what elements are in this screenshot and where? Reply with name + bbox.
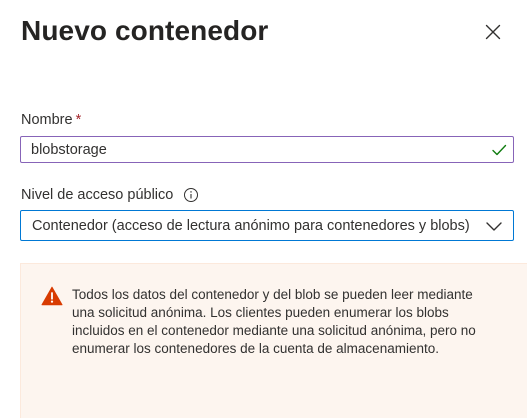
access-level-label: Nivel de acceso público (21, 185, 199, 205)
name-label-text: Nombre (21, 112, 73, 128)
panel-header: Nuevo contenedor (21, 12, 527, 52)
checkmark-icon (492, 144, 507, 156)
new-container-panel: Nuevo contenedor Nombre * blobstorage Niv… (0, 0, 527, 418)
panel-title: Nuevo contenedor (21, 15, 269, 46)
close-button[interactable] (476, 12, 510, 52)
required-marker: * (75, 112, 82, 128)
warning-icon (41, 286, 63, 306)
close-icon (485, 24, 501, 40)
access-level-dropdown[interactable]: Contenedor (acceso de lectura anónimo pa… (20, 210, 514, 241)
name-field-label: Nombre * (21, 110, 81, 130)
warning-message-bar: Todos los datos del contenedor y del blo… (20, 263, 527, 418)
container-name-input[interactable]: blobstorage (20, 136, 514, 163)
warning-text: Todos los datos del contenedor y del blo… (72, 287, 476, 356)
access-level-selected-value: Contenedor (acceso de lectura anónimo pa… (32, 217, 470, 234)
chevron-down-icon (486, 222, 502, 231)
access-level-label-text: Nivel de acceso público (21, 187, 174, 203)
container-name-value: blobstorage (31, 141, 107, 158)
info-icon[interactable] (183, 187, 199, 203)
